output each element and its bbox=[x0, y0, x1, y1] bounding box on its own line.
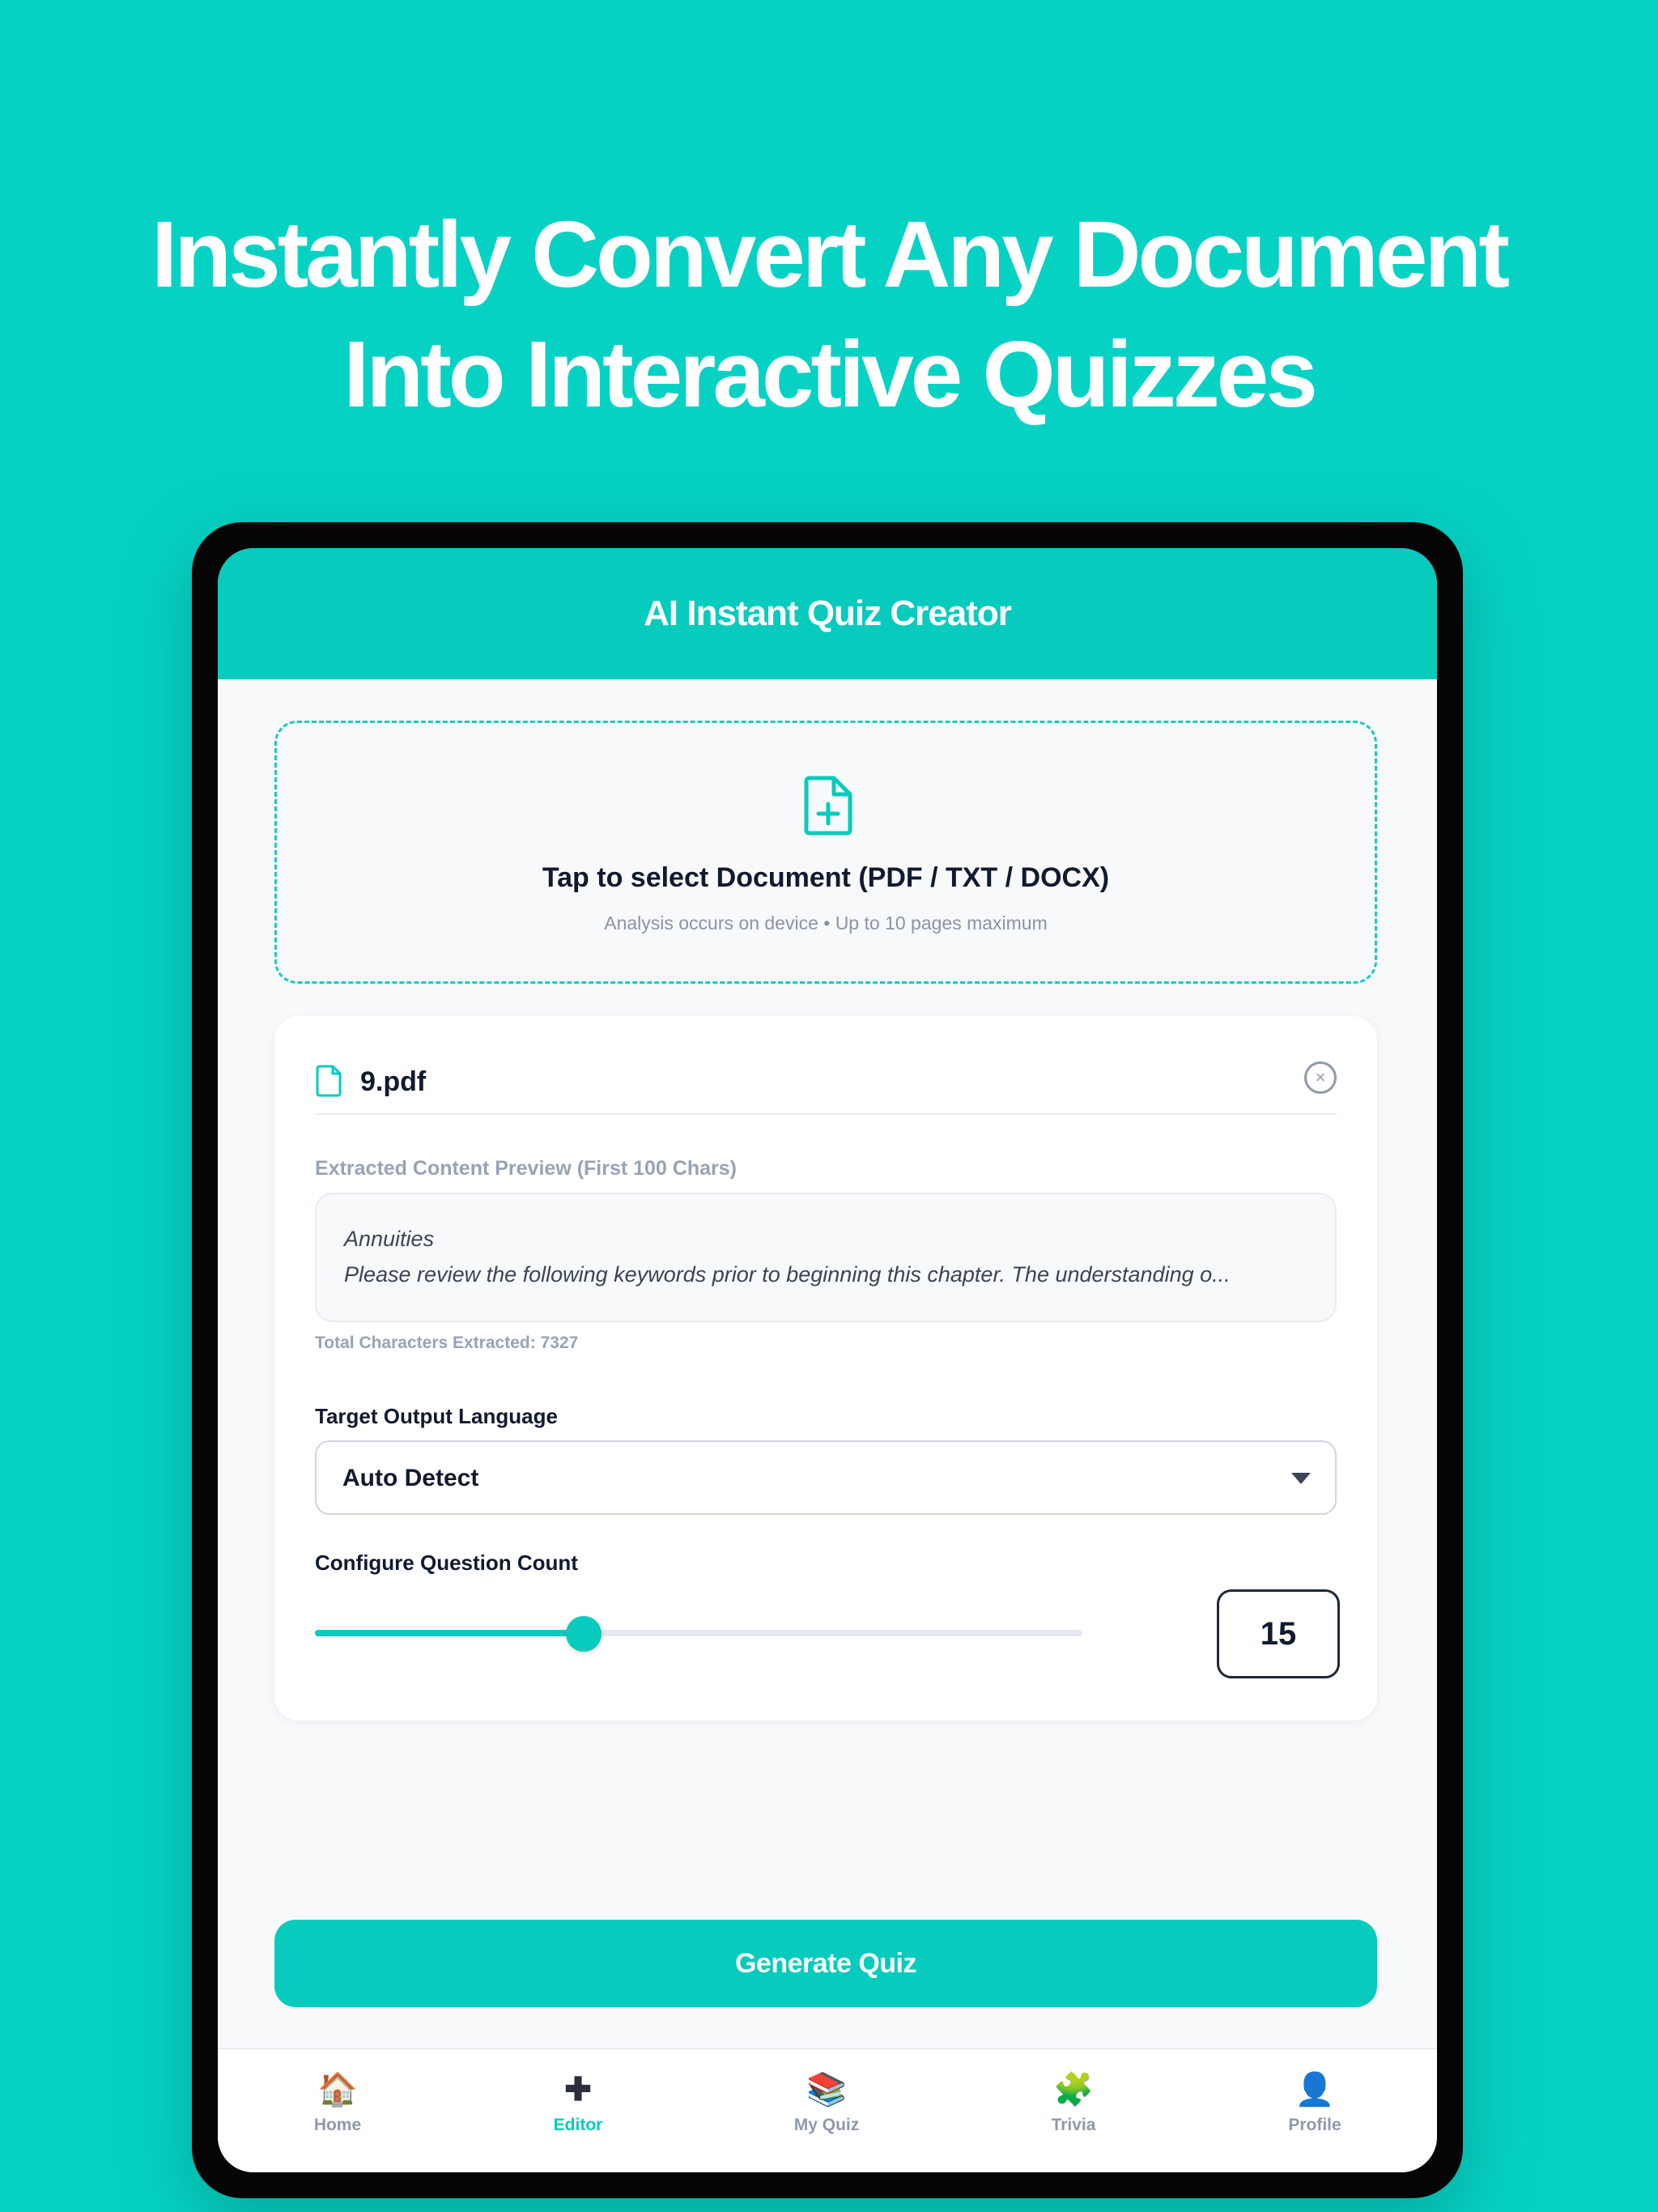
tab-label: Profile bbox=[1288, 2116, 1341, 2134]
tab-trivia[interactable]: 🧩 Trivia bbox=[993, 2070, 1154, 2135]
question-count-input[interactable]: 15 bbox=[1217, 1589, 1340, 1678]
tablet-frame: AI Instant Quiz Creator Tap to select Do… bbox=[192, 522, 1463, 2198]
selected-file-row: 9.pdf × bbox=[315, 1057, 1337, 1115]
preview-label: Extracted Content Preview (First 100 Cha… bbox=[315, 1157, 737, 1180]
file-name: 9.pdf bbox=[360, 1066, 427, 1097]
upload-subtitle: Analysis occurs on device • Up to 10 pag… bbox=[604, 912, 1048, 934]
app-screen: AI Instant Quiz Creator Tap to select Do… bbox=[218, 548, 1437, 2172]
character-count: Total Characters Extracted: 7327 bbox=[315, 1334, 579, 1352]
document-settings-card: 9.pdf × Extracted Content Preview (First… bbox=[274, 1016, 1377, 1721]
remove-file-button[interactable]: × bbox=[1304, 1061, 1337, 1094]
question-count-slider[interactable] bbox=[315, 1616, 1082, 1652]
home-icon: 🏠 bbox=[317, 2072, 358, 2108]
app-title: AI Instant Quiz Creator bbox=[644, 593, 1012, 633]
books-icon: 📚 bbox=[806, 2072, 847, 2108]
language-select[interactable]: Auto Detect bbox=[315, 1440, 1337, 1515]
file-plus-icon bbox=[804, 776, 852, 836]
headline-line-1: Instantly Convert Any Document bbox=[151, 202, 1510, 307]
slider-fill bbox=[315, 1630, 584, 1636]
tab-editor[interactable]: ✚ Editor bbox=[497, 2070, 659, 2135]
question-count-label: Configure Question Count bbox=[315, 1551, 578, 1575]
chevron-down-icon bbox=[1291, 1473, 1311, 1484]
bottom-tab-bar: 🏠 Home ✚ Editor 📚 My Quiz 🧩 Trivia 👤 Pro… bbox=[218, 2048, 1437, 2172]
document-upload-zone[interactable]: Tap to select Document (PDF / TXT / DOCX… bbox=[274, 721, 1377, 984]
tab-label: Editor bbox=[553, 2116, 603, 2134]
tab-label: Home bbox=[313, 2116, 362, 2134]
upload-title: Tap to select Document (PDF / TXT / DOCX… bbox=[542, 862, 1110, 893]
marketing-headline: Instantly Convert Any Document Into Inte… bbox=[0, 194, 1658, 434]
tab-home[interactable]: 🏠 Home bbox=[257, 2070, 419, 2135]
app-header: AI Instant Quiz Creator bbox=[218, 548, 1437, 679]
generate-quiz-button[interactable]: Generate Quiz bbox=[274, 1920, 1377, 2007]
preview-text-line-2: Please review the following keywords pri… bbox=[344, 1262, 1231, 1287]
language-label: Target Output Language bbox=[315, 1404, 558, 1428]
slider-thumb[interactable] bbox=[565, 1616, 602, 1652]
preview-text-line-1: Annuities bbox=[344, 1227, 435, 1251]
tab-label: My Quiz bbox=[793, 2116, 860, 2134]
language-value: Auto Detect bbox=[342, 1465, 479, 1491]
document-icon bbox=[316, 1065, 342, 1097]
headline-line-2: Into Interactive Quizzes bbox=[343, 321, 1318, 427]
close-icon: × bbox=[1315, 1067, 1326, 1087]
puzzle-icon: 🧩 bbox=[1053, 2072, 1094, 2108]
tab-label: Trivia bbox=[1051, 2116, 1096, 2134]
tab-profile[interactable]: 👤 Profile bbox=[1234, 2070, 1396, 2135]
user-icon: 👤 bbox=[1295, 2072, 1335, 2108]
content-preview-box: Annuities Please review the following ke… bbox=[315, 1193, 1337, 1322]
plus-icon: ✚ bbox=[564, 2072, 592, 2108]
tab-my-quiz[interactable]: 📚 My Quiz bbox=[746, 2070, 908, 2135]
